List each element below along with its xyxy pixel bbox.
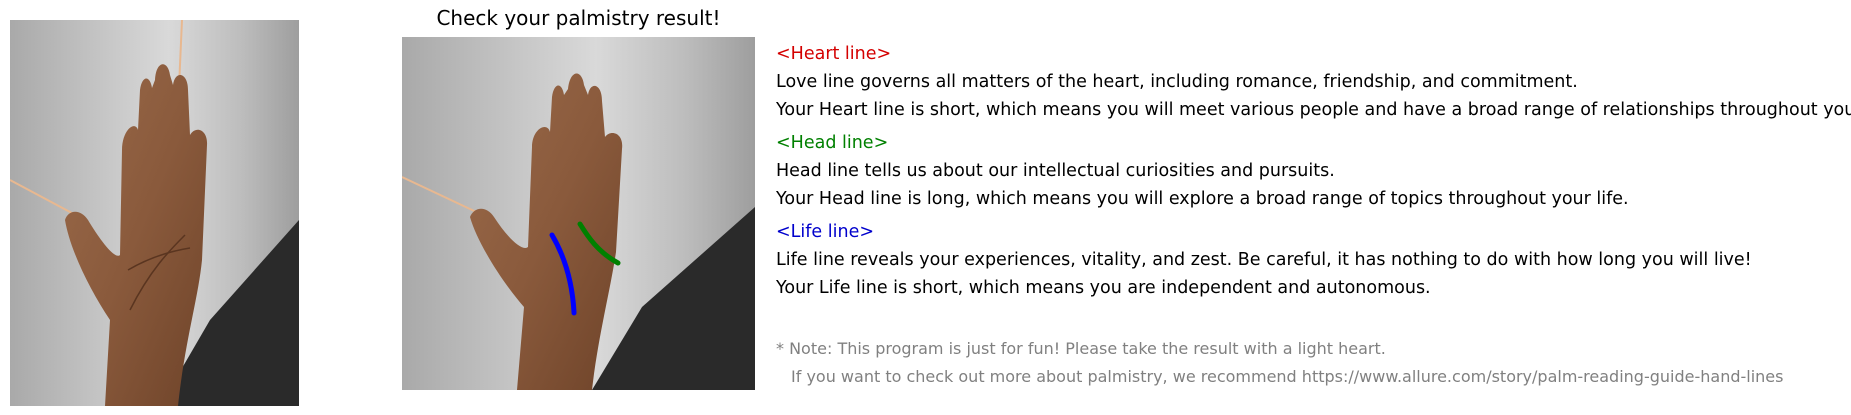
note-line-2: If you want to check out more about palm… bbox=[791, 367, 1784, 386]
head-line-heading: <Head line> bbox=[776, 133, 889, 153]
result-hand-photo bbox=[402, 37, 755, 390]
result-title: Check your palmistry result! bbox=[436, 6, 721, 30]
head-line-result: Your Head line is long, which means you … bbox=[776, 189, 1629, 209]
disclaimer-note: * Note: This program is just for fun! Pl… bbox=[776, 335, 1783, 391]
heart-line-description: Love line governs all matters of the hea… bbox=[776, 72, 1578, 92]
result-text-panel: <Heart line> Love line governs all matte… bbox=[776, 40, 1851, 307]
life-line-heading: <Life line> bbox=[776, 222, 875, 242]
heart-line-heading: <Heart line> bbox=[776, 44, 892, 64]
life-line-description: Life line reveals your experiences, vita… bbox=[776, 250, 1752, 270]
head-line-section: <Head line> Head line tells us about our… bbox=[776, 129, 1851, 213]
life-line-result: Your Life line is short, which means you… bbox=[776, 278, 1431, 298]
life-line-section: <Life line> Life line reveals your exper… bbox=[776, 218, 1851, 302]
original-hand-photo bbox=[10, 20, 299, 406]
head-line-description: Head line tells us about our intellectua… bbox=[776, 161, 1335, 181]
heart-line-section: <Heart line> Love line governs all matte… bbox=[776, 40, 1851, 124]
note-line-1: * Note: This program is just for fun! Pl… bbox=[776, 339, 1386, 358]
heart-line-result: Your Heart line is short, which means yo… bbox=[776, 100, 1851, 120]
